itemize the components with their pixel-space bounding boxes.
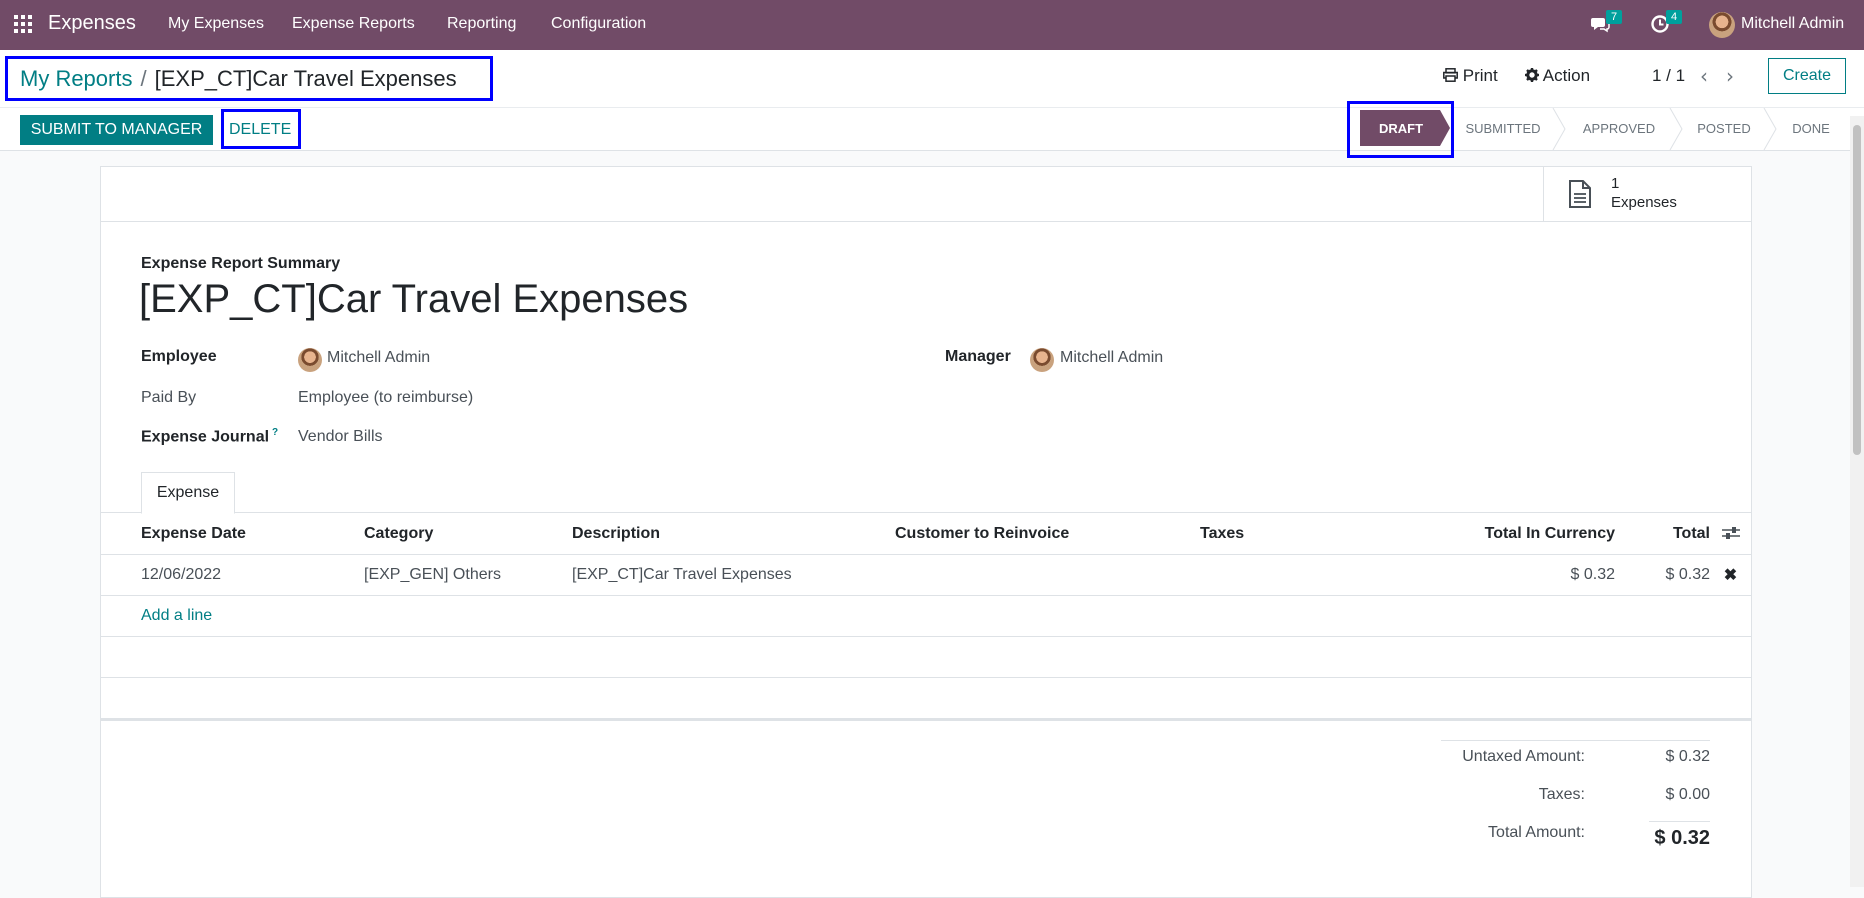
optional-columns-toggle[interactable]	[1710, 513, 1751, 555]
cell-total[interactable]: $ 0.32	[1615, 554, 1710, 596]
totals-divider	[101, 719, 1751, 721]
print-button[interactable]: Print	[1443, 66, 1498, 86]
total-amount-label: Total Amount:	[1488, 824, 1585, 841]
column-customer-to-reinvoice[interactable]: Customer to Reinvoice	[895, 513, 1200, 555]
untaxed-amount-value: $ 0.32	[1665, 748, 1710, 765]
user-menu-name[interactable]: Mitchell Admin	[1741, 15, 1844, 33]
manager-avatar	[1030, 348, 1054, 372]
column-description[interactable]: Description	[572, 513, 895, 555]
status-step-approved[interactable]: APPROVED	[1570, 108, 1668, 148]
breadcrumb-current-record: [EXP_CT]Car Travel Expenses	[154, 66, 457, 91]
column-category[interactable]: Category	[364, 513, 572, 555]
cell-customer-to-reinvoice[interactable]	[895, 554, 1200, 596]
breadcrumb-separator: /	[140, 66, 147, 91]
gear-icon	[1525, 68, 1539, 82]
form-sheet: 1 Expenses Expense Report Summary [EXP_C…	[100, 166, 1752, 898]
messages-systray[interactable]: 7	[1590, 10, 1623, 38]
sliders-icon	[1721, 527, 1740, 540]
create-button[interactable]: Create	[1768, 58, 1846, 94]
button-box-divider	[101, 221, 1751, 222]
menu-configuration[interactable]: Configuration	[551, 15, 646, 33]
report-title[interactable]: [EXP_CT]Car Travel Expenses	[139, 277, 688, 322]
totals-top-line	[1441, 740, 1710, 741]
expenses-smart-button[interactable]: 1 Expenses	[1543, 167, 1752, 221]
add-line-row: Add a line	[101, 595, 1751, 637]
employee-value[interactable]: Mitchell Admin	[327, 349, 430, 367]
column-taxes[interactable]: Taxes	[1200, 513, 1343, 555]
manager-value[interactable]: Mitchell Admin	[1060, 349, 1163, 367]
help-tooltip-icon[interactable]: ?	[272, 427, 278, 438]
activities-systray[interactable]: 4	[1650, 10, 1683, 38]
activities-count-badge: 4	[1666, 10, 1683, 24]
status-chevron-1	[1552, 108, 1566, 150]
action-label: Action	[1542, 66, 1591, 85]
cell-total-in-currency[interactable]: $ 0.32	[1343, 554, 1615, 596]
printer-icon	[1443, 68, 1458, 82]
scrollbar-thumb[interactable]	[1853, 125, 1861, 455]
action-button[interactable]: Action	[1525, 66, 1590, 86]
top-navbar: Expenses My Expenses Expense Reports Rep…	[0, 0, 1864, 50]
app-title[interactable]: Expenses	[48, 12, 136, 35]
delete-button[interactable]: DELETE	[229, 115, 291, 145]
pager-next-icon[interactable]: ›	[1726, 64, 1734, 88]
messages-count-badge: 7	[1606, 10, 1623, 24]
control-panel: My Reports / [EXP_CT]Car Travel Expenses P…	[0, 50, 1864, 158]
expenses-count: 1	[1611, 175, 1620, 192]
total-amount-value: $ 0.32	[1654, 827, 1710, 849]
menu-expense-reports[interactable]: Expense Reports	[292, 15, 415, 33]
breadcrumb: My Reports / [EXP_CT]Car Travel Expenses	[20, 66, 457, 92]
status-step-posted[interactable]: POSTED	[1686, 108, 1762, 148]
table-row[interactable]: 12/06/2022 [EXP_GEN] Others [EXP_CT]Car …	[101, 554, 1751, 596]
breadcrumb-my-reports[interactable]: My Reports	[20, 66, 132, 91]
status-step-done[interactable]: DONE	[1780, 108, 1842, 148]
submit-to-manager-button[interactable]: SUBMIT TO MANAGER	[20, 115, 213, 145]
expense-lines-table: Expense Date Category Description Custom…	[101, 513, 1751, 719]
status-step-draft[interactable]: DRAFT	[1360, 108, 1442, 148]
apps-menu-icon[interactable]	[14, 15, 32, 33]
cell-expense-date[interactable]: 12/06/2022	[141, 554, 364, 596]
paid-by-value[interactable]: Employee (to reimburse)	[298, 389, 473, 407]
column-total-in-currency[interactable]: Total In Currency	[1343, 513, 1615, 555]
cell-category[interactable]: [EXP_GEN] Others	[364, 554, 572, 596]
expenses-smart-label: Expenses	[1611, 194, 1677, 211]
cell-taxes[interactable]	[1200, 554, 1343, 596]
total-amount-line	[1649, 821, 1710, 822]
menu-my-expenses[interactable]: My Expenses	[168, 15, 264, 33]
empty-row	[101, 636, 1751, 678]
expense-journal-value[interactable]: Vendor Bills	[298, 428, 383, 446]
employee-label: Employee	[141, 348, 217, 365]
column-total[interactable]: Total	[1615, 513, 1710, 555]
status-step-submitted[interactable]: SUBMITTED	[1455, 108, 1551, 148]
table-header-row: Expense Date Category Description Custom…	[101, 513, 1751, 555]
manager-label: Manager	[945, 348, 1011, 365]
taxes-value: $ 0.00	[1665, 786, 1710, 803]
expense-journal-label-text: Expense Journal	[141, 428, 270, 446]
taxes-label: Taxes:	[1538, 786, 1585, 803]
untaxed-amount-label: Untaxed Amount:	[1462, 748, 1585, 765]
pager-value[interactable]: 1 / 1	[1652, 66, 1685, 86]
status-chevron-2	[1669, 108, 1683, 150]
menu-reporting[interactable]: Reporting	[447, 15, 516, 33]
user-avatar[interactable]	[1709, 12, 1735, 38]
status-chevron-3	[1763, 108, 1777, 150]
add-a-line-link[interactable]: Add a line	[141, 607, 212, 624]
paid-by-label: Paid By	[141, 389, 197, 406]
print-label: Print	[1462, 66, 1498, 85]
empty-row	[101, 677, 1751, 719]
summary-label: Expense Report Summary	[141, 255, 341, 272]
pager-previous-icon[interactable]: ‹	[1700, 64, 1708, 88]
expense-journal-label: Expense Journal?	[141, 427, 278, 446]
delete-row-icon[interactable]: ✖	[1724, 567, 1737, 584]
employee-avatar	[298, 348, 322, 372]
tab-expense[interactable]: Expense	[141, 472, 235, 514]
column-expense-date[interactable]: Expense Date	[141, 513, 364, 555]
cell-description[interactable]: [EXP_CT]Car Travel Expenses	[572, 554, 895, 596]
document-icon	[1569, 180, 1591, 208]
